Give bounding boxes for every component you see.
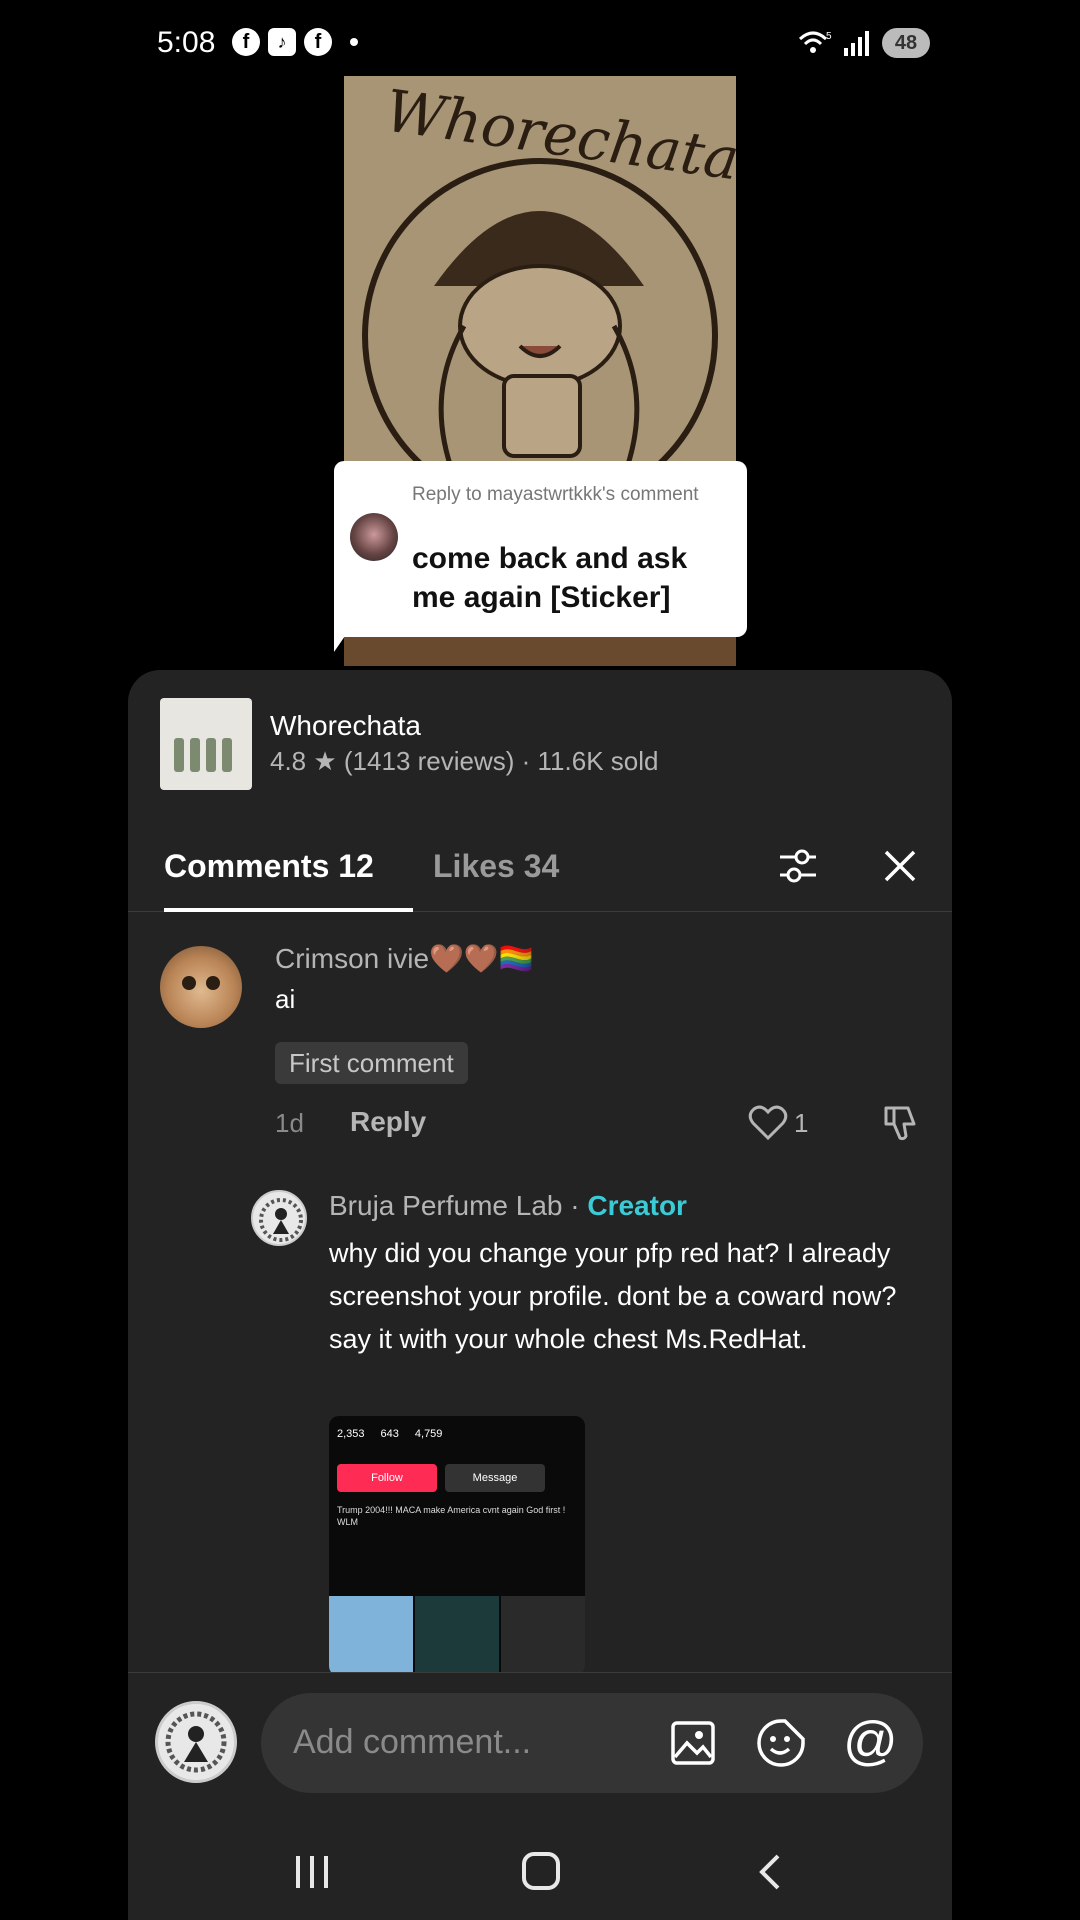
avatar[interactable]: [251, 1190, 307, 1246]
product-card[interactable]: Whorechata 4.8 ★ (1413 reviews) · 11.6K …: [160, 698, 658, 790]
heart-icon[interactable]: [748, 1104, 788, 1142]
comments-sheet: Whorechata 4.8 ★ (1413 reviews) · 11.6K …: [128, 670, 952, 1920]
home-icon[interactable]: [522, 1852, 560, 1890]
product-rating: 4.8 ★ (1413 reviews) · 11.6K sold: [270, 746, 659, 776]
comment-input-placeholder: Add comment...: [293, 1723, 532, 1761]
more-notifications-dot: [350, 38, 358, 46]
separator: ·: [562, 1190, 588, 1221]
stat-following: 2,353: [337, 1428, 365, 1440]
facebook-icon: f: [304, 28, 332, 56]
back-icon[interactable]: [754, 1852, 784, 1892]
avatar-art: [165, 1711, 227, 1773]
comment-text: ai: [275, 984, 296, 1014]
tab-comments[interactable]: Comments 12: [164, 820, 374, 912]
avatar: [155, 1701, 237, 1783]
comment-composer: Add comment... @: [128, 1672, 952, 1814]
stat-followers: 643: [380, 1428, 399, 1440]
avatar: [350, 513, 398, 561]
product-name: Whorechata: [270, 710, 421, 741]
comment-tabs: Comments 12 Likes 34: [128, 820, 952, 912]
tiktok-shop-icon: ♪: [268, 28, 296, 56]
wifi-icon: 5: [798, 31, 832, 53]
status-time: 5:08: [157, 26, 216, 59]
reply-button[interactable]: Reply: [350, 1106, 426, 1138]
dislike-icon[interactable]: [880, 1102, 922, 1144]
image-icon[interactable]: [669, 1719, 717, 1767]
reply-attached-screenshot[interactable]: 2,353 643 4,759 Follow Message Trump 200…: [329, 1416, 585, 1676]
active-tab-indicator: [164, 908, 413, 912]
like-count: 1: [794, 1108, 809, 1138]
comment-time: 1d: [275, 1108, 304, 1138]
avatar[interactable]: [160, 946, 242, 1028]
product-thumbnail: [160, 698, 252, 790]
reply-sticker-bubble[interactable]: Reply to mayastwrtkkk's comment come bac…: [334, 461, 747, 637]
reply-bubble-tail: [334, 620, 356, 652]
creator-name[interactable]: Bruja Perfume Lab: [329, 1190, 562, 1221]
sticker-icon[interactable]: [755, 1717, 807, 1769]
screenshot-message-button: Message: [445, 1464, 545, 1492]
status-indicators: 5 48: [798, 28, 930, 58]
reply-to-label: Reply to mayastwrtkkk's comment: [412, 484, 699, 505]
wifi-badge: 5: [826, 31, 832, 42]
avatar-art: [259, 1198, 303, 1242]
comment-username[interactable]: Crimson ivie🤎🤎🏳️‍🌈: [275, 942, 534, 975]
tab-likes[interactable]: Likes 34: [433, 820, 559, 912]
reply-text: why did you change your pfp red hat? I a…: [329, 1238, 897, 1354]
system-navigation-bar: [128, 1814, 952, 1920]
recents-icon[interactable]: [292, 1854, 332, 1890]
notification-icons: f ♪ f: [232, 28, 358, 56]
battery-indicator: 48: [882, 28, 930, 58]
mention-icon[interactable]: @: [843, 1711, 898, 1771]
stat-likes: 4,759: [414, 1428, 443, 1440]
screenshot-follow-button: Follow: [337, 1464, 437, 1492]
facebook-icon: f: [232, 28, 260, 56]
screenshot-stats: 2,353 643 4,759: [337, 1428, 442, 1440]
filter-icon[interactable]: [776, 844, 820, 888]
screenshot-bio: Trump 2004!!! MACA make America cvnt aga…: [337, 1505, 566, 1527]
close-icon[interactable]: [880, 846, 920, 886]
reply-username[interactable]: Bruja Perfume Lab · Creator: [329, 1190, 687, 1222]
creator-tag: Creator: [587, 1190, 687, 1221]
reply-bubble-text: come back and ask me again [Sticker]: [412, 542, 688, 614]
screenshot-video-grid: [329, 1596, 585, 1676]
comment-input[interactable]: Add comment... @: [261, 1693, 923, 1793]
first-comment-badge: First comment: [275, 1042, 468, 1084]
signal-icon: [844, 31, 869, 56]
